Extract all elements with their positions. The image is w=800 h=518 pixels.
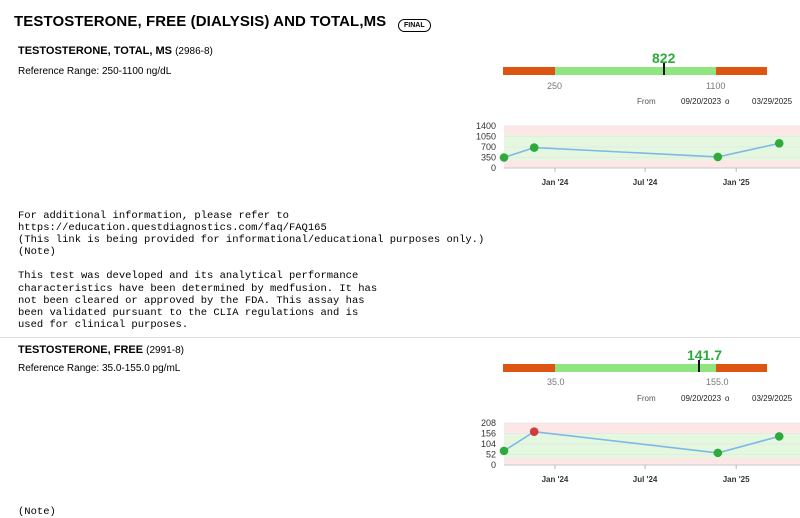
x-tick-label: Jan '25 bbox=[723, 178, 750, 187]
range-low-label: 250 bbox=[547, 81, 563, 91]
from-date: 09/20/2023 bbox=[681, 394, 722, 403]
range-bar-low bbox=[503, 67, 555, 75]
data-point bbox=[774, 432, 784, 441]
test-notes: For additional information, please refer… bbox=[18, 210, 485, 331]
test-name: TESTOSTERONE, TOTAL, MS bbox=[18, 45, 173, 57]
page-title: TESTOSTERONE, FREE (DIALYSIS) AND TOTAL,… bbox=[14, 13, 387, 30]
range-bar-marker bbox=[698, 360, 700, 372]
y-tick-label: 104 bbox=[481, 439, 496, 449]
from-date: 09/20/2023 bbox=[681, 97, 722, 106]
test-notes: (Note) bbox=[18, 506, 56, 518]
y-tick-label: 52 bbox=[486, 450, 496, 460]
range-bar-marker bbox=[663, 63, 665, 75]
from-label: From bbox=[637, 97, 656, 106]
data-point bbox=[529, 143, 539, 152]
range-bar-high bbox=[716, 67, 767, 75]
y-tick-label: 700 bbox=[481, 142, 496, 152]
x-tick-label: Jan '25 bbox=[723, 475, 750, 484]
test-heading-total: TESTOSTERONE, TOTAL, MS (2986-8) bbox=[18, 45, 213, 57]
x-tick-label: Jan '24 bbox=[542, 475, 569, 484]
range-bar bbox=[503, 63, 767, 75]
y-tick-label: 1400 bbox=[476, 121, 496, 131]
to-label: o bbox=[725, 97, 730, 106]
data-point bbox=[713, 448, 723, 458]
to-date: 03/29/2025 bbox=[752, 394, 793, 403]
range-bar-low bbox=[503, 364, 555, 372]
section-divider bbox=[0, 337, 800, 338]
data-point bbox=[499, 446, 509, 456]
range-bar bbox=[503, 360, 767, 372]
range-high-label: 1100 bbox=[706, 81, 726, 91]
reference-range: Reference Range: 35.0-155.0 pg/mL bbox=[18, 363, 181, 374]
data-point bbox=[713, 152, 723, 162]
data-point bbox=[774, 139, 784, 148]
trend-chart-free: 208156104520 Jan '24 Jul '24 Jan '25 bbox=[481, 418, 800, 484]
trend-chart-total: 140010507003500 Jan '24 Jul '24 Jan '25 bbox=[476, 121, 800, 187]
test-code: (2991-8) bbox=[146, 345, 184, 356]
x-tick-label: Jan '24 bbox=[542, 178, 569, 187]
data-point bbox=[499, 153, 509, 162]
test-heading-free: TESTOSTERONE, FREE (2991-8) bbox=[18, 344, 184, 356]
y-tick-label: 0 bbox=[491, 460, 496, 470]
from-label: From bbox=[637, 394, 656, 403]
test-name: TESTOSTERONE, FREE bbox=[18, 344, 144, 356]
data-point bbox=[529, 427, 539, 436]
test-code: (2986-8) bbox=[175, 46, 213, 57]
y-tick-label: 0 bbox=[491, 163, 496, 173]
y-tick-label: 208 bbox=[481, 418, 496, 428]
x-tick-label: Jul '24 bbox=[633, 178, 658, 187]
status-badge: FINAL bbox=[398, 19, 431, 32]
range-low-label: 35.0 bbox=[547, 377, 565, 387]
y-tick-label: 1050 bbox=[476, 132, 496, 142]
y-tick-label: 350 bbox=[481, 153, 496, 163]
reference-range: Reference Range: 250-1100 ng/dL bbox=[18, 66, 172, 77]
range-high-label: 155.0 bbox=[706, 377, 729, 387]
range-bar-normal bbox=[555, 364, 716, 372]
range-bar-high bbox=[716, 364, 767, 372]
y-tick-label: 156 bbox=[481, 429, 496, 439]
to-label: o bbox=[725, 394, 730, 403]
to-date: 03/29/2025 bbox=[752, 97, 793, 106]
x-tick-label: Jul '24 bbox=[633, 475, 658, 484]
range-bar-normal bbox=[555, 67, 716, 75]
result-value: 141.7 bbox=[687, 347, 723, 363]
